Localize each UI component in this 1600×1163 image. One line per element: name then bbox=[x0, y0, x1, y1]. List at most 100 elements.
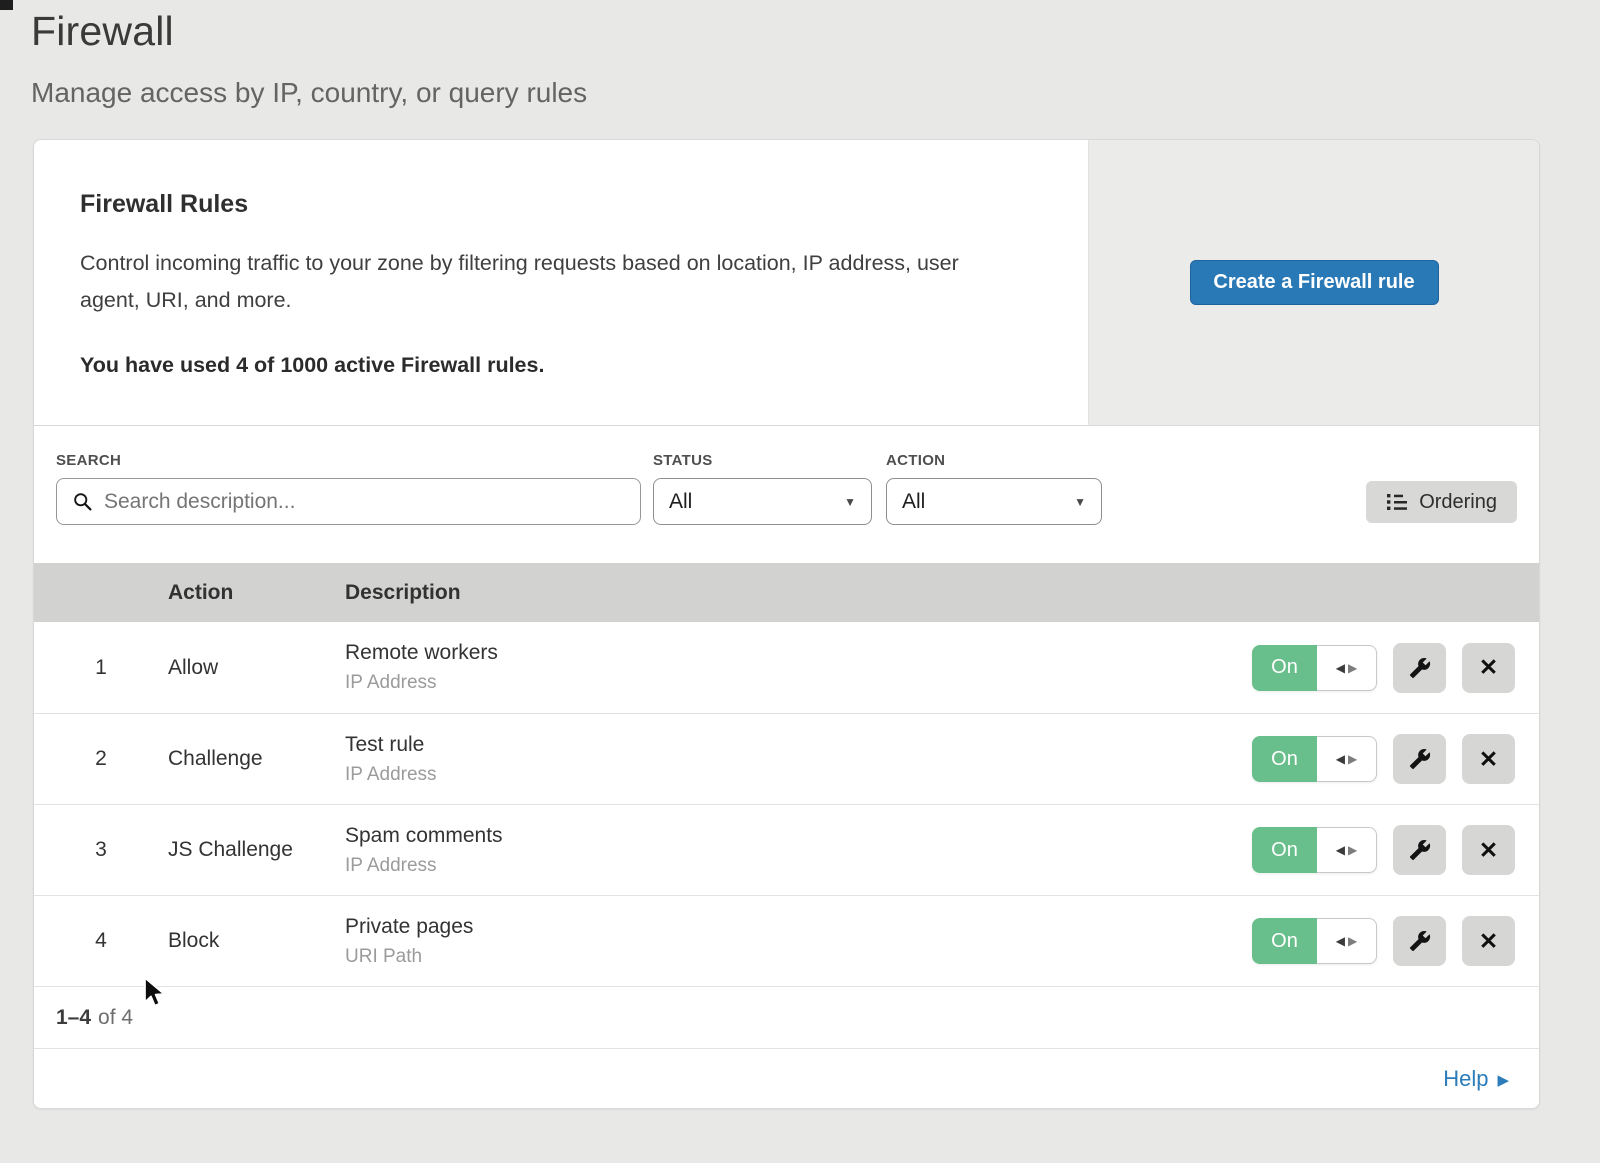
wrench-icon bbox=[1409, 839, 1431, 861]
usage-note: You have used 4 of 1000 active Firewall … bbox=[80, 353, 1018, 378]
create-firewall-rule-button[interactable]: Create a Firewall rule bbox=[1190, 260, 1439, 305]
ordering-button-label: Ordering bbox=[1419, 491, 1497, 514]
window-corner-artifact bbox=[0, 0, 13, 10]
rule-description-cell: Remote workers IP Address bbox=[345, 641, 1247, 694]
create-rule-panel: Create a Firewall rule bbox=[1088, 140, 1539, 425]
chevron-down-icon: ▼ bbox=[1074, 495, 1086, 509]
rule-controls: On ◀▶ ✕ bbox=[1247, 825, 1539, 875]
close-icon: ✕ bbox=[1479, 930, 1498, 953]
overview-heading: Firewall Rules bbox=[80, 190, 1018, 219]
rule-description: Remote workers bbox=[345, 641, 1247, 665]
rule-description-cell: Spam comments IP Address bbox=[345, 824, 1247, 877]
rule-priority: 1 bbox=[34, 656, 168, 680]
status-select[interactable]: All ▼ bbox=[653, 478, 872, 525]
firewall-page: Firewall Manage access by IP, country, o… bbox=[0, 0, 1600, 1109]
toggle-handle[interactable]: ◀▶ bbox=[1317, 827, 1377, 873]
toggle-on-label: On bbox=[1252, 918, 1317, 964]
triangle-right-icon: ▶ bbox=[1497, 1071, 1509, 1089]
rule-description: Test rule bbox=[345, 733, 1247, 757]
rule-enabled-toggle[interactable]: On ◀▶ bbox=[1252, 827, 1377, 873]
rule-action: JS Challenge bbox=[168, 838, 345, 862]
rule-description-cell: Test rule IP Address bbox=[345, 733, 1247, 786]
rule-action: Allow bbox=[168, 656, 345, 680]
toggle-handle[interactable]: ◀▶ bbox=[1317, 736, 1377, 782]
firewall-rules-card: Firewall Rules Control incoming traffic … bbox=[33, 139, 1540, 1109]
overview-description: Control incoming traffic to your zone by… bbox=[80, 245, 1018, 319]
status-selected-value: All bbox=[669, 490, 692, 514]
search-input[interactable] bbox=[93, 479, 640, 524]
edit-rule-button[interactable] bbox=[1393, 825, 1446, 875]
rule-controls: On ◀▶ ✕ bbox=[1247, 916, 1539, 966]
page-subtitle: Manage access by IP, country, or query r… bbox=[31, 77, 1600, 109]
triangle-right-icon: ▶ bbox=[1348, 752, 1357, 766]
rule-action: Block bbox=[168, 929, 345, 953]
triangle-left-icon: ◀ bbox=[1336, 934, 1345, 948]
rule-match-type: IP Address bbox=[345, 855, 1247, 877]
firewall-rule-row: 4 Block Private pages URI Path On ◀▶ ✕ bbox=[34, 895, 1539, 986]
overview-text-panel: Firewall Rules Control incoming traffic … bbox=[34, 140, 1088, 425]
toggle-on-label: On bbox=[1252, 736, 1317, 782]
wrench-icon bbox=[1409, 657, 1431, 679]
firewall-rules-overview: Firewall Rules Control incoming traffic … bbox=[34, 140, 1539, 426]
rule-match-type: URI Path bbox=[345, 946, 1247, 968]
card-footer: Help ▶ bbox=[34, 1048, 1539, 1108]
column-description: Description bbox=[345, 581, 1247, 605]
rule-controls: On ◀▶ ✕ bbox=[1247, 734, 1539, 784]
triangle-right-icon: ▶ bbox=[1348, 934, 1357, 948]
rules-table-body: 1 Allow Remote workers IP Address On ◀▶ … bbox=[34, 622, 1539, 986]
chevron-down-icon: ▼ bbox=[844, 495, 856, 509]
rules-table-header: Action Description bbox=[34, 563, 1539, 622]
rule-priority: 2 bbox=[34, 747, 168, 771]
rule-action: Challenge bbox=[168, 747, 345, 771]
firewall-rule-row: 1 Allow Remote workers IP Address On ◀▶ … bbox=[34, 622, 1539, 713]
help-link-label: Help bbox=[1443, 1066, 1488, 1092]
ordered-list-icon bbox=[1386, 492, 1408, 512]
rule-description: Spam comments bbox=[345, 824, 1247, 848]
rule-enabled-toggle[interactable]: On ◀▶ bbox=[1252, 918, 1377, 964]
status-filter-group: STATUS All ▼ bbox=[653, 452, 872, 525]
rule-controls: On ◀▶ ✕ bbox=[1247, 643, 1539, 693]
filter-bar: SEARCH STATUS All ▼ ACTION bbox=[34, 426, 1539, 563]
rule-enabled-toggle[interactable]: On ◀▶ bbox=[1252, 645, 1377, 691]
pagination-total: of 4 bbox=[98, 1006, 133, 1030]
delete-rule-button[interactable]: ✕ bbox=[1462, 734, 1515, 784]
toggle-on-label: On bbox=[1252, 645, 1317, 691]
rule-priority: 4 bbox=[34, 929, 168, 953]
triangle-right-icon: ▶ bbox=[1348, 661, 1357, 675]
action-label: ACTION bbox=[886, 452, 1102, 469]
rule-description-cell: Private pages URI Path bbox=[345, 915, 1247, 968]
column-action: Action bbox=[168, 581, 345, 605]
triangle-left-icon: ◀ bbox=[1336, 752, 1345, 766]
status-label: STATUS bbox=[653, 452, 872, 469]
action-select[interactable]: All ▼ bbox=[886, 478, 1102, 525]
wrench-icon bbox=[1409, 930, 1431, 952]
pagination-range: 1–4 bbox=[56, 1006, 91, 1030]
ordering-button[interactable]: Ordering bbox=[1366, 481, 1517, 523]
delete-rule-button[interactable]: ✕ bbox=[1462, 825, 1515, 875]
delete-rule-button[interactable]: ✕ bbox=[1462, 643, 1515, 693]
search-input-wrapper bbox=[56, 478, 641, 525]
search-label: SEARCH bbox=[56, 452, 641, 469]
pagination-row: 1–4 of 4 bbox=[34, 986, 1539, 1048]
close-icon: ✕ bbox=[1479, 839, 1498, 862]
page-title: Firewall bbox=[31, 8, 1600, 55]
delete-rule-button[interactable]: ✕ bbox=[1462, 916, 1515, 966]
rule-match-type: IP Address bbox=[345, 764, 1247, 786]
edit-rule-button[interactable] bbox=[1393, 734, 1446, 784]
firewall-rule-row: 2 Challenge Test rule IP Address On ◀▶ ✕ bbox=[34, 713, 1539, 804]
rule-enabled-toggle[interactable]: On ◀▶ bbox=[1252, 736, 1377, 782]
toggle-handle[interactable]: ◀▶ bbox=[1317, 645, 1377, 691]
firewall-rule-row: 3 JS Challenge Spam comments IP Address … bbox=[34, 804, 1539, 895]
toggle-handle[interactable]: ◀▶ bbox=[1317, 918, 1377, 964]
toggle-on-label: On bbox=[1252, 827, 1317, 873]
edit-rule-button[interactable] bbox=[1393, 916, 1446, 966]
edit-rule-button[interactable] bbox=[1393, 643, 1446, 693]
search-filter-group: SEARCH bbox=[56, 452, 641, 525]
close-icon: ✕ bbox=[1479, 748, 1498, 771]
triangle-left-icon: ◀ bbox=[1336, 661, 1345, 675]
search-icon bbox=[72, 491, 93, 512]
rule-match-type: IP Address bbox=[345, 672, 1247, 694]
help-link[interactable]: Help ▶ bbox=[1443, 1066, 1509, 1092]
close-icon: ✕ bbox=[1479, 656, 1498, 679]
wrench-icon bbox=[1409, 748, 1431, 770]
